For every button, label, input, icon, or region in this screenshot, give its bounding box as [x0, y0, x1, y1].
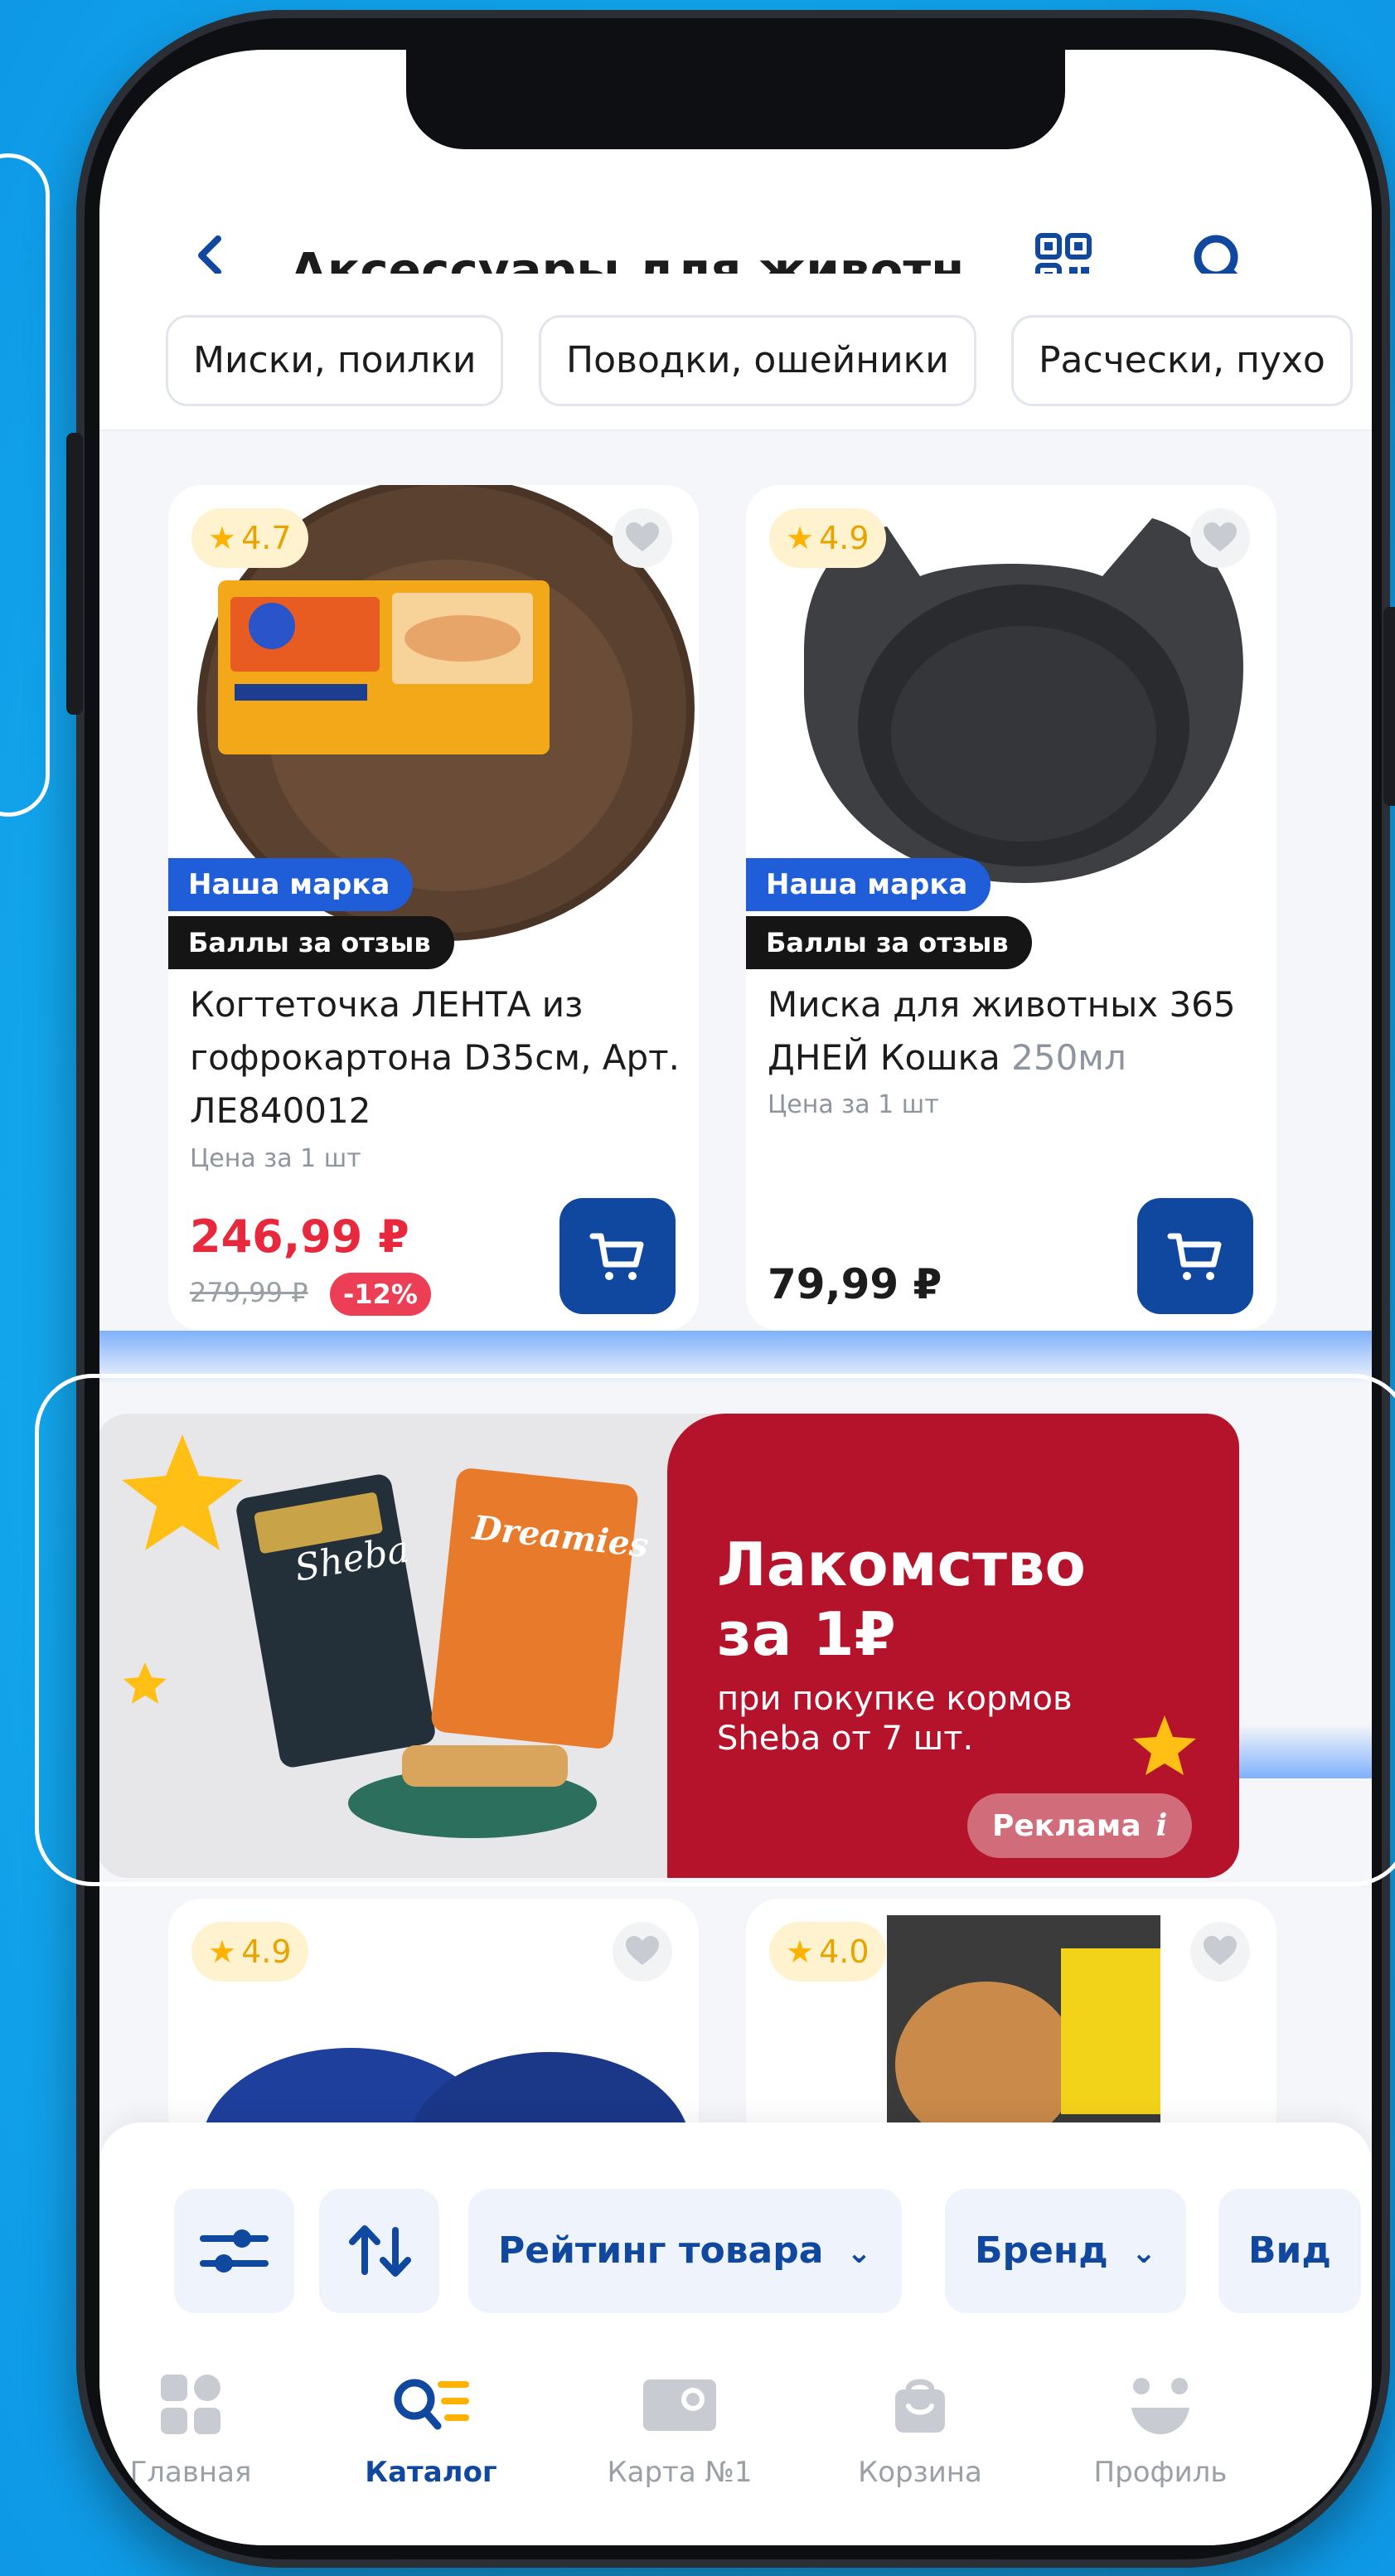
sort-button[interactable] — [319, 2189, 439, 2313]
discount-badge: -12% — [330, 1273, 431, 1316]
filters-button[interactable] — [174, 2189, 294, 2313]
side-button — [1383, 607, 1395, 806]
favorite-heart-icon[interactable] — [1190, 1922, 1250, 1982]
product-name: Когтеточка ЛЕНТА из гофрокартона D35см, … — [190, 984, 680, 1131]
catalog-search-icon — [394, 2379, 469, 2430]
nav-home[interactable]: Главная — [99, 2371, 298, 2489]
price-unit: Цена за 1 шт — [768, 1090, 939, 1119]
nav-label: Карта №1 — [607, 2456, 753, 2489]
sliders-icon — [200, 2229, 269, 2273]
nav-label: Главная — [129, 2456, 252, 2489]
type-filter-dropdown[interactable]: Вид — [1218, 2189, 1361, 2313]
product-card[interactable]: ★ 4.9 Наша марка Баллы за отзыв Миска для… — [746, 485, 1276, 1331]
brand-badge: Наша марка — [746, 858, 991, 911]
category-chips: Миски, поилки Поводки, ошейники Расчески… — [99, 274, 1372, 431]
profile-face-icon — [1131, 2378, 1189, 2434]
star-icon: ★ — [786, 1933, 815, 1970]
star-icon: ★ — [208, 1933, 237, 1970]
bottom-panel: Рейтинг товара ⌄ Бренд ⌄ Вид Главная Катал… — [99, 2122, 1372, 2545]
home-grid-icon — [161, 2375, 220, 2434]
brand-filter-dropdown[interactable]: Бренд ⌄ — [945, 2189, 1186, 2313]
product-card[interactable]: ★ 4.7 Наша марка Баллы за отзыв Когтеточк… — [168, 485, 699, 1331]
product-name: Миска для животных 365 ДНЕЙ Кошка 250мл — [768, 978, 1265, 1084]
review-points-badge: Баллы за отзыв — [168, 916, 454, 969]
rating-value: 4.7 — [241, 520, 292, 556]
cart-icon — [589, 1233, 644, 1280]
filter-label: Рейтинг товара — [498, 2229, 824, 2272]
phone-notch — [406, 50, 1065, 149]
old-price: 279,99 ₽ — [190, 1277, 308, 1308]
rating-filter-dropdown[interactable]: Рейтинг товара ⌄ — [468, 2189, 902, 2313]
product-card[interactable]: ★ 4.9 — [168, 1899, 699, 2147]
review-points-badge: Баллы за отзыв — [746, 916, 1032, 969]
highlight-frame-banner — [35, 1374, 1395, 1886]
star-icon: ★ — [208, 520, 237, 556]
favorite-heart-icon[interactable] — [613, 508, 672, 568]
chip-brushes[interactable]: Расчески, пухо — [1011, 315, 1353, 406]
rating-badge: ★ 4.9 — [769, 508, 886, 568]
product-name-text: Миска для животных 365 ДНЕЙ Кошка — [768, 984, 1236, 1078]
rating-badge: ★ 4.9 — [191, 1922, 308, 1982]
price: 246,99 ₽ — [190, 1210, 409, 1263]
rating-badge: ★ 4.0 — [769, 1922, 886, 1982]
add-to-cart-button[interactable] — [559, 1198, 676, 1314]
filter-label: Бренд — [975, 2229, 1108, 2272]
rating-badge: ★ 4.7 — [191, 508, 308, 568]
price-unit: Цена за 1 шт — [190, 1144, 361, 1173]
favorite-heart-icon[interactable] — [1190, 508, 1250, 568]
chevron-down-icon: ⌄ — [1131, 2236, 1156, 2270]
price: 79,99 ₽ — [768, 1260, 942, 1308]
product-volume: 250мл — [1011, 1037, 1126, 1078]
chip-leashes[interactable]: Поводки, ошейники — [539, 315, 976, 406]
brand-badge: Наша марка — [168, 858, 414, 911]
rating-value: 4.9 — [241, 1933, 292, 1970]
favorite-heart-icon[interactable] — [613, 1922, 672, 1982]
sort-arrows-icon — [349, 2225, 411, 2277]
shopping-bag-icon — [895, 2379, 945, 2433]
filter-label: Вид — [1248, 2229, 1331, 2272]
rating-value: 4.9 — [819, 520, 869, 556]
rating-value: 4.0 — [819, 1933, 869, 1970]
nav-cart[interactable]: Корзина — [812, 2371, 1028, 2489]
nav-profile[interactable]: Профиль — [1053, 2371, 1268, 2489]
nav-card[interactable]: Карта №1 — [572, 2371, 787, 2489]
nav-label: Каталог — [365, 2456, 497, 2489]
add-to-cart-button[interactable] — [1137, 1198, 1253, 1314]
star-icon: ★ — [786, 520, 815, 556]
chip-bowls[interactable]: Миски, поилки — [166, 315, 504, 406]
loyalty-card-icon — [643, 2380, 716, 2431]
nav-label: Корзина — [858, 2456, 982, 2489]
chevron-down-icon: ⌄ — [846, 2236, 872, 2270]
app-screen: Аксессуары для животн... Миски, поилки П… — [99, 50, 1372, 2545]
highlight-frame-left — [0, 153, 50, 817]
nav-label: Профиль — [1093, 2456, 1228, 2489]
product-card[interactable]: ★ 4.0 — [746, 1899, 1276, 2147]
cart-icon — [1167, 1233, 1222, 1280]
back-arrow-icon[interactable] — [186, 230, 236, 280]
nav-catalog[interactable]: Каталог — [323, 2371, 539, 2489]
side-button — [66, 433, 83, 715]
